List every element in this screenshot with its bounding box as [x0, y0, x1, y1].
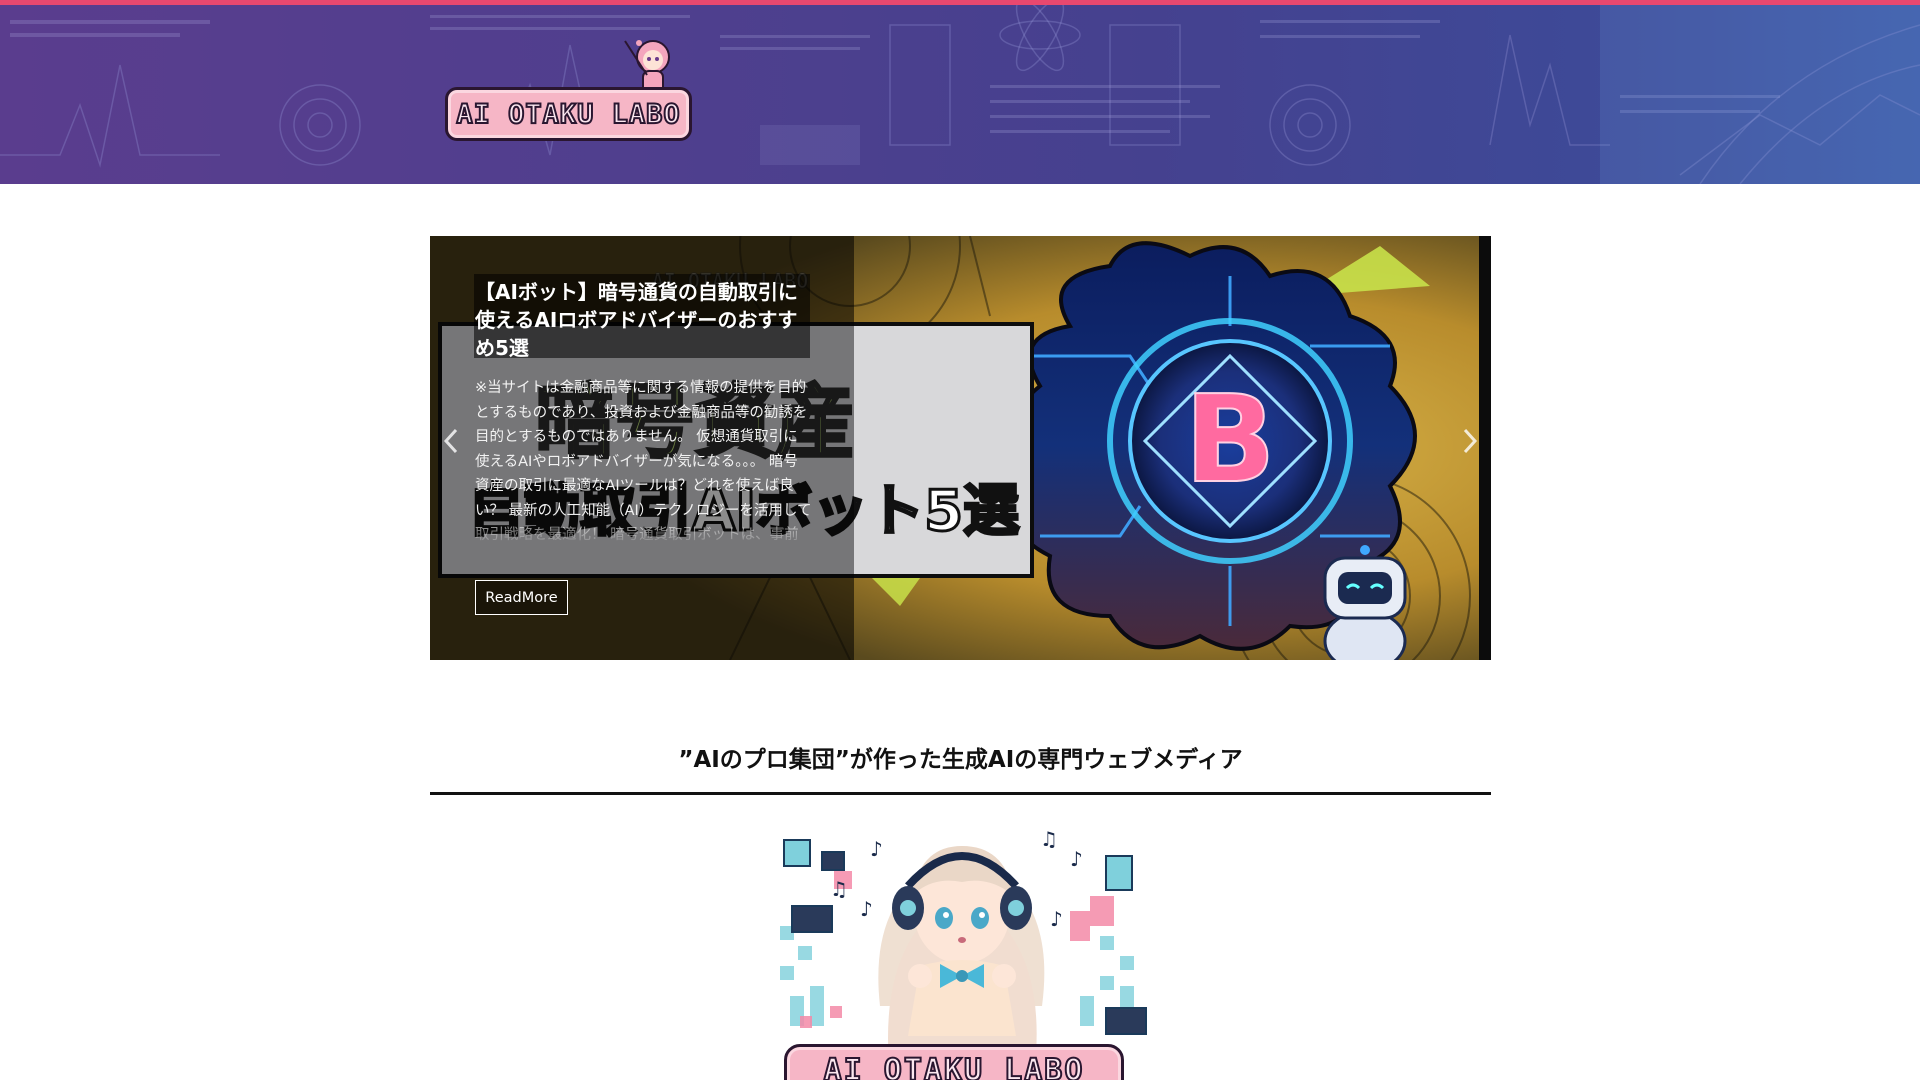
svg-text:♪: ♪: [860, 897, 873, 921]
slider-prev-button[interactable]: [436, 416, 466, 466]
mascot-girl-illustration: ♪ ♫ ♪ ♫ ♪ ♪: [780, 827, 1147, 1076]
slider-next-button[interactable]: [1455, 416, 1485, 466]
robot-mascot-icon: [1323, 545, 1407, 660]
mascot-logo-plate: AI OTAKU LABO: [784, 1044, 1124, 1080]
svg-text:♫: ♫: [830, 877, 848, 901]
site-logo[interactable]: AI OTAKU LABO: [445, 35, 695, 147]
chevron-right-icon: [1463, 428, 1478, 454]
svg-text:B: B: [1184, 371, 1275, 510]
featured-post-slider[interactable]: B AI OTAKU LABO 暗号資産 自動取引AIボット5選 【AIボット】…: [430, 236, 1491, 660]
header-tech-pattern: [0, 5, 1920, 184]
logo-plate: AI OTAKU LABO: [445, 87, 692, 141]
site-tagline: ”AIのプロ集団”が作った生成AIの専門ウェブメディア: [678, 747, 1243, 773]
logo-text: AI OTAKU LABO: [455, 98, 681, 131]
chevron-left-icon: [443, 428, 458, 454]
mascot-illustration: ♪ ♫ ♪ ♫ ♪ ♪ AI OTAKU LABO: [770, 816, 1154, 1080]
site-header: AI OTAKU LABO: [0, 5, 1920, 184]
svg-text:♪: ♪: [1050, 907, 1063, 931]
svg-text:♫: ♫: [1040, 827, 1058, 851]
svg-text:♪: ♪: [1070, 847, 1083, 871]
svg-text:♪: ♪: [870, 837, 883, 861]
readmore-button[interactable]: ReadMore: [475, 580, 568, 615]
mascot-logo-text: AI OTAKU LABO: [823, 1052, 1085, 1080]
slide-post-excerpt: ※当サイトは金融商品等に関する情報の提供を目的とするものであり、投資および金融商…: [475, 380, 812, 543]
section-divider: [430, 792, 1491, 795]
slide-post-title[interactable]: 【AIボット】暗号通貨の自動取引に使えるAIロボアドバイザーのおすすめ5選: [475, 278, 810, 362]
